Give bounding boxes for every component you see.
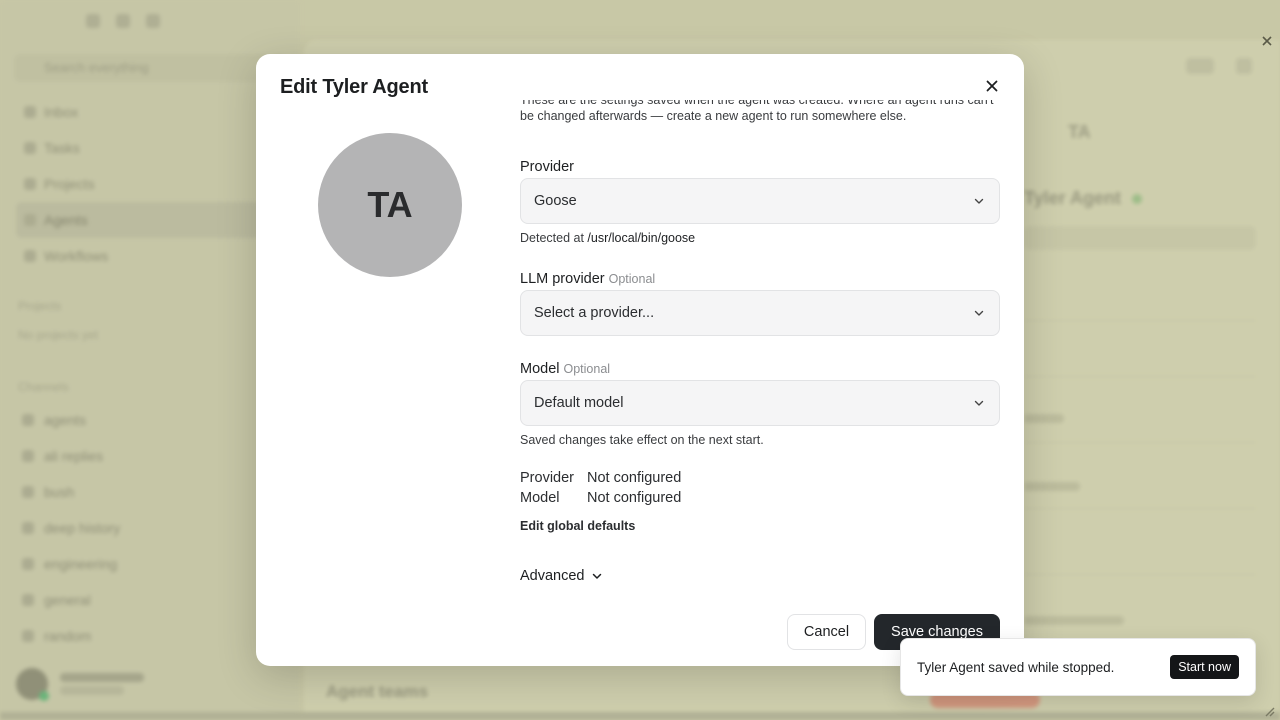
chevron-down-icon: [974, 310, 984, 316]
optional-tag: Optional: [608, 272, 656, 286]
optional-tag: Optional: [563, 362, 611, 376]
provider-label: Provider: [520, 159, 574, 175]
intro-text: These are the settings saved when the ag…: [520, 100, 994, 123]
default-provider-key: Provider: [520, 470, 574, 486]
default-model-key: Model: [520, 490, 560, 506]
model-label: Model Optional: [520, 361, 611, 377]
provider-select[interactable]: Goose: [520, 178, 1000, 224]
start-now-button[interactable]: Start now: [1170, 655, 1239, 679]
llm-provider-label: LLM provider Optional: [520, 271, 656, 287]
default-provider-value: Not configured: [587, 470, 682, 486]
advanced-toggle[interactable]: Advanced: [520, 568, 603, 584]
default-model-row: Model Not configured: [520, 490, 681, 506]
cancel-button[interactable]: Cancel: [787, 614, 866, 650]
close-icon: [986, 80, 998, 92]
chevron-down-icon: [592, 573, 601, 579]
edit-global-defaults-link[interactable]: Edit global defaults: [520, 519, 635, 533]
chevron-down-icon: [974, 400, 984, 406]
default-provider-row: Provider Not configured: [520, 470, 681, 486]
edit-agent-dialog: Edit Tyler Agent TA These are the settin…: [256, 54, 1024, 666]
provider-path: /usr/local/bin/goose: [587, 231, 696, 245]
model-value: Default model: [534, 395, 624, 411]
model-select[interactable]: Default model: [520, 380, 1000, 426]
toast-message: Tyler Agent saved while stopped.: [917, 659, 1115, 675]
llm-provider-placeholder: Select a provider...: [534, 305, 655, 321]
chevron-down-icon: [974, 198, 984, 204]
resize-icon: [1265, 707, 1275, 717]
advanced-label: Advanced: [520, 568, 585, 584]
llm-provider-select[interactable]: Select a provider...: [520, 290, 1000, 336]
avatar[interactable]: TA: [318, 133, 462, 277]
settings-form: These are the settings saved when the ag…: [520, 100, 1000, 600]
close-button[interactable]: [980, 74, 1004, 98]
provider-detected-hint: Detected at /usr/local/bin/goose: [520, 231, 696, 245]
model-hint: Saved changes take effect on the next st…: [520, 433, 764, 447]
dialog-title: Edit Tyler Agent: [280, 76, 428, 98]
corner-icon: [1262, 36, 1272, 46]
provider-value: Goose: [534, 193, 577, 209]
toast-notification: Tyler Agent saved while stopped. Start n…: [900, 638, 1256, 696]
default-model-value: Not configured: [587, 490, 682, 506]
